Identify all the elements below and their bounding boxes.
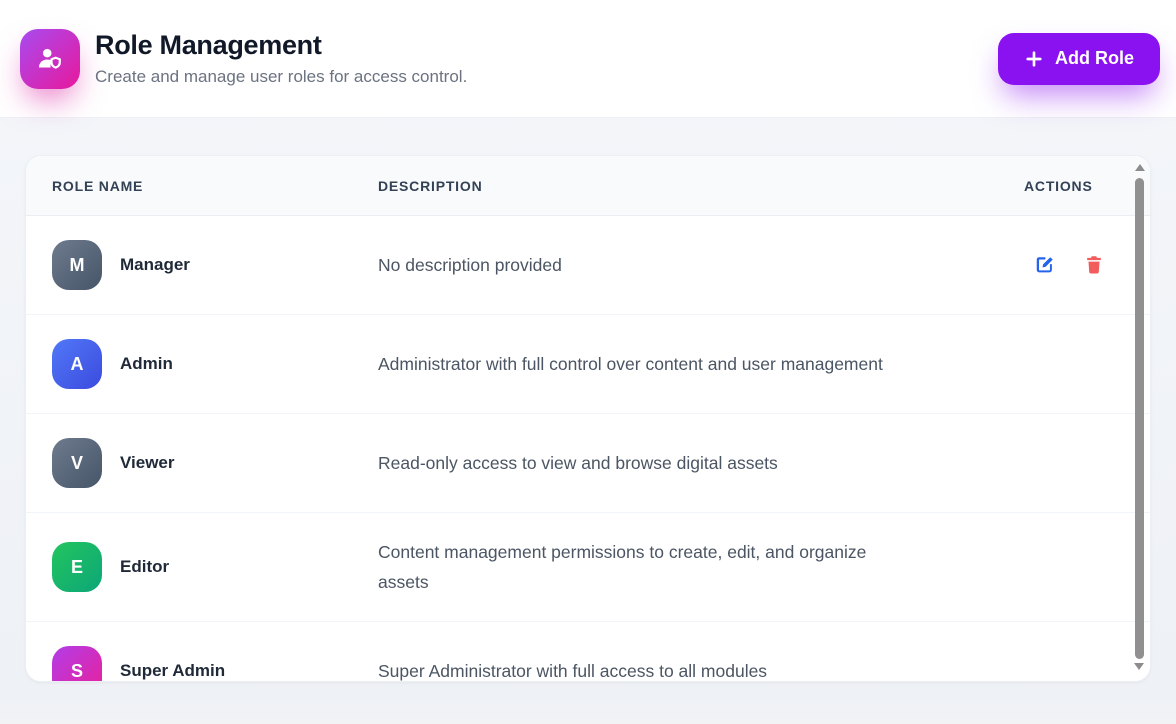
column-role-name: ROLE NAME [52,178,378,194]
scrollbar-thumb[interactable] [1135,178,1144,659]
scrollbar-up-arrow-icon[interactable] [1135,164,1145,171]
role-cell: S Super Admin [52,646,378,682]
role-avatar: A [52,339,102,389]
column-description: DESCRIPTION [378,178,1024,194]
role-description: Super Administrator with full access to … [378,656,883,682]
role-avatar-initial: A [71,354,84,375]
role-description: Content management permissions to create… [378,537,883,597]
role-name: Viewer [120,453,175,473]
role-avatar-initial: V [71,453,83,474]
page-subtitle: Create and manage user roles for access … [95,67,467,87]
role-name: Admin [120,354,173,374]
roles-table-card: ROLE NAME DESCRIPTION ACTIONS M Manager … [25,155,1151,682]
role-cell: V Viewer [52,438,378,488]
edit-icon[interactable] [1034,254,1056,276]
page-header: Role Management Create and manage user r… [0,0,1176,118]
role-cell: M Manager [52,240,378,290]
add-role-button[interactable]: Add Role [998,33,1160,85]
role-name: Manager [120,255,190,275]
role-name: Editor [120,557,169,577]
page-title: Role Management [95,30,467,61]
table-row: E Editor Content management permissions … [26,513,1150,622]
header-text: Role Management Create and manage user r… [95,30,467,87]
role-avatar: S [52,646,102,682]
role-avatar: M [52,240,102,290]
role-avatar: E [52,542,102,592]
role-avatar: V [52,438,102,488]
column-actions: ACTIONS [1024,178,1124,194]
role-avatar-initial: S [71,661,83,682]
role-cell: E Editor [52,542,378,592]
table-row: V Viewer Read-only access to view and br… [26,414,1150,513]
trash-icon[interactable] [1084,254,1104,276]
vertical-scrollbar[interactable] [1132,159,1147,678]
user-shield-icon [20,29,80,89]
role-avatar-initial: E [71,557,83,578]
add-role-label: Add Role [1055,48,1134,69]
table-header-row: ROLE NAME DESCRIPTION ACTIONS [26,156,1150,216]
role-cell: A Admin [52,339,378,389]
role-description: Read-only access to view and browse digi… [378,448,883,478]
table-body: M Manager No description provided [26,216,1150,682]
role-description: Administrator with full control over con… [378,349,883,379]
row-actions [1024,254,1124,276]
scrollbar-down-arrow-icon[interactable] [1134,663,1144,670]
role-description: No description provided [378,250,883,280]
table-row: S Super Admin Super Administrator with f… [26,622,1150,682]
plus-icon [1024,49,1044,69]
role-name: Super Admin [120,661,225,681]
table-row: M Manager No description provided [26,216,1150,315]
table-row: A Admin Administrator with full control … [26,315,1150,414]
role-avatar-initial: M [70,255,85,276]
